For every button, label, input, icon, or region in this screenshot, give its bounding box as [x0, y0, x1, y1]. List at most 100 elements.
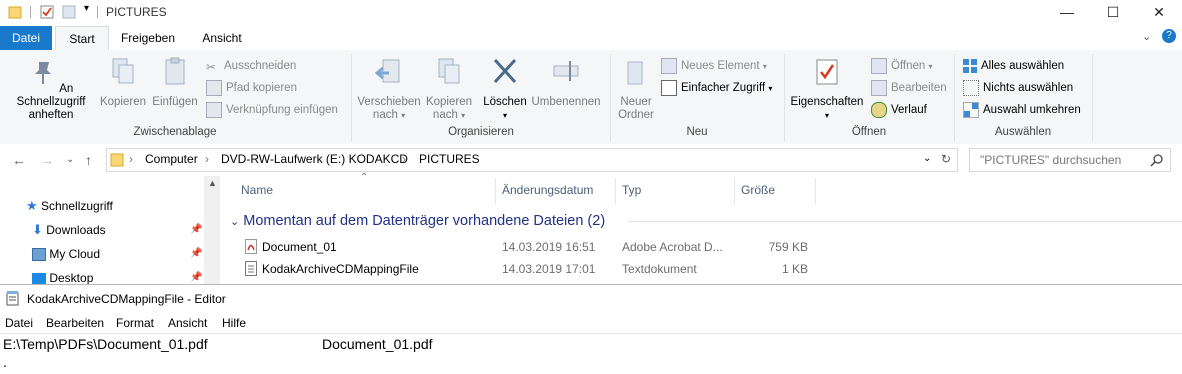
select-none-button[interactable]: Nichts auswählen	[963, 79, 1073, 97]
file-size: 759 KB	[768, 240, 808, 254]
close-button[interactable]: ✕	[1136, 0, 1182, 26]
copy-path-button[interactable]: Pfad kopieren	[206, 79, 297, 97]
easy-access-label: Einfacher Zugriff	[681, 82, 766, 94]
new-folder-large-icon	[627, 61, 643, 85]
clipboard-icon	[165, 57, 185, 85]
new-item-button[interactable]: Neues Element ▾	[661, 57, 767, 75]
invert-selection-button[interactable]: Auswahl umkehren	[963, 101, 1081, 119]
menu-datei[interactable]: Datei	[5, 316, 33, 330]
properties-label: Eigenschaften	[790, 96, 864, 108]
folder-icon	[8, 6, 22, 19]
desktop-icon	[32, 273, 46, 285]
move-to-label: Verschieben nach	[357, 96, 421, 121]
column-header-size[interactable]: Größe	[741, 183, 775, 197]
pin-quick-access-button[interactable]: An Schnellzugriff anheften	[4, 56, 98, 122]
breadcrumb-drive[interactable]: DVD-RW-Laufwerk (E:) KODAKCD	[221, 152, 408, 166]
nav-item-downloads[interactable]: ⬇ Downloads	[32, 221, 106, 239]
forward-arrow-icon[interactable]: →	[40, 152, 54, 168]
properties-button[interactable]: Eigenschaften ▾	[788, 56, 866, 122]
file-size: 1 KB	[781, 262, 808, 276]
file-name[interactable]: KodakArchiveCDMappingFile	[262, 262, 419, 276]
column-header-name[interactable]: Name	[241, 183, 273, 197]
column-header-date[interactable]: Änderungsdatum	[502, 183, 593, 197]
search-icon[interactable]	[1150, 153, 1164, 167]
tab-ansicht[interactable]: Ansicht	[190, 26, 254, 50]
new-folder-label: Neuer Ordner	[618, 96, 654, 121]
nav-pane-scrollbar[interactable]: ▲	[204, 176, 220, 284]
copy-to-button[interactable]: Kopieren nach ▾	[422, 56, 476, 122]
collapse-ribbon-icon[interactable]: ⌄	[1142, 30, 1151, 43]
select-none-icon	[963, 79, 979, 96]
minimize-button[interactable]: —	[1044, 0, 1090, 26]
back-arrow-icon[interactable]: ←	[12, 152, 26, 168]
delete-button[interactable]: Löschen ▾	[480, 56, 530, 122]
search-box[interactable]: "PICTURES" durchsuchen	[969, 148, 1171, 172]
tab-datei[interactable]: Datei	[0, 26, 52, 50]
tab-start[interactable]: Start	[55, 26, 109, 52]
edit-label: Bearbeiten	[891, 82, 947, 94]
file-name[interactable]: Document_01	[262, 240, 337, 254]
history-button[interactable]: Verlauf	[871, 101, 927, 119]
recent-locations-chevron-icon[interactable]: ⌄	[66, 154, 74, 165]
maximize-button[interactable]: ☐	[1090, 0, 1136, 26]
scroll-up-icon[interactable]: ▲	[208, 178, 217, 188]
column-header-type[interactable]: Typ	[622, 183, 641, 197]
cut-button[interactable]: ✂ Ausschneiden	[206, 57, 296, 75]
group-collapse-chevron-icon[interactable]: ⌄	[230, 216, 239, 228]
up-arrow-icon[interactable]: ↑	[85, 152, 92, 168]
refresh-icon[interactable]: ↻	[941, 152, 951, 166]
column-divider[interactable]	[815, 178, 816, 204]
notepad-text-area[interactable]: E:\Temp\PDFs\Document_01.pdf Document_01…	[0, 333, 1182, 374]
column-divider[interactable]	[495, 178, 496, 204]
menu-hilfe[interactable]: Hilfe	[222, 316, 246, 330]
help-icon[interactable]: ?	[1162, 29, 1176, 43]
easy-access-icon	[661, 79, 677, 96]
copy-to-chevron-icon: ▾	[461, 111, 466, 120]
pinned-icon: 📌	[190, 248, 203, 259]
tab-freigeben[interactable]: Freigeben	[112, 26, 184, 50]
nav-item-label: My Cloud	[49, 247, 101, 261]
pinned-icon: 📌	[190, 272, 203, 283]
edit-button[interactable]: Bearbeiten	[871, 79, 947, 97]
separator	[30, 6, 31, 18]
delete-x-icon	[493, 58, 517, 84]
new-folder-icon[interactable]	[62, 4, 76, 20]
easy-access-button[interactable]: Einfacher Zugriff ▾	[661, 79, 772, 97]
menu-format[interactable]: Format	[116, 316, 154, 330]
text-line-filename: Document_01.pdf	[322, 336, 433, 352]
address-bar[interactable]: › Computer › DVD-RW-Laufwerk (E:) KODAKC…	[106, 148, 958, 172]
new-item-chevron-icon: ▾	[762, 62, 767, 71]
new-folder-button[interactable]: Neuer Ordner	[614, 56, 658, 122]
menu-bearbeiten[interactable]: Bearbeiten	[46, 316, 104, 330]
copy-button[interactable]: Kopieren	[98, 56, 148, 109]
rename-label: Umbenennen	[531, 96, 601, 108]
copy-to-label: Kopieren nach	[425, 96, 473, 121]
breadcrumb-pictures[interactable]: PICTURES	[419, 152, 480, 166]
column-divider[interactable]	[734, 178, 735, 204]
copy-to-icon	[438, 58, 460, 84]
delete-label: Löschen	[483, 96, 527, 108]
nav-item-my-cloud[interactable]: My Cloud	[32, 245, 100, 263]
move-to-icon	[374, 59, 400, 83]
paste-shortcut-label: Verknüpfung einfügen	[226, 104, 338, 116]
column-divider[interactable]	[615, 178, 616, 204]
nav-item-schnellzugriff[interactable]: ★ Schnellzugriff	[26, 197, 113, 215]
file-group-header[interactable]: ⌄ Momentan auf dem Datenträger vorhanden…	[230, 213, 605, 229]
delete-chevron-icon: ▾	[502, 111, 507, 120]
search-placeholder: "PICTURES" durchsuchen	[980, 153, 1122, 167]
menu-ansicht[interactable]: Ansicht	[168, 316, 207, 330]
open-button[interactable]: Öffnen ▾	[871, 57, 933, 75]
customize-qa-dropdown[interactable]: ▾	[84, 3, 89, 19]
edit-icon	[871, 79, 887, 96]
properties-check-icon[interactable]	[40, 4, 54, 20]
select-all-button[interactable]: Alles auswählen	[963, 57, 1064, 75]
breadcrumb-separator-icon: ›	[402, 152, 406, 166]
address-history-chevron-icon[interactable]: ⌄	[923, 153, 931, 164]
file-date: 14.03.2019 16:51	[502, 240, 596, 254]
paste-button[interactable]: Einfügen	[150, 56, 200, 109]
paste-shortcut-button[interactable]: Verknüpfung einfügen	[206, 101, 338, 119]
breadcrumb-computer[interactable]: Computer	[145, 152, 198, 166]
copy-path-icon	[206, 79, 222, 96]
move-to-button[interactable]: Verschieben nach ▾	[356, 56, 422, 122]
rename-button[interactable]: Umbenennen	[530, 56, 602, 109]
